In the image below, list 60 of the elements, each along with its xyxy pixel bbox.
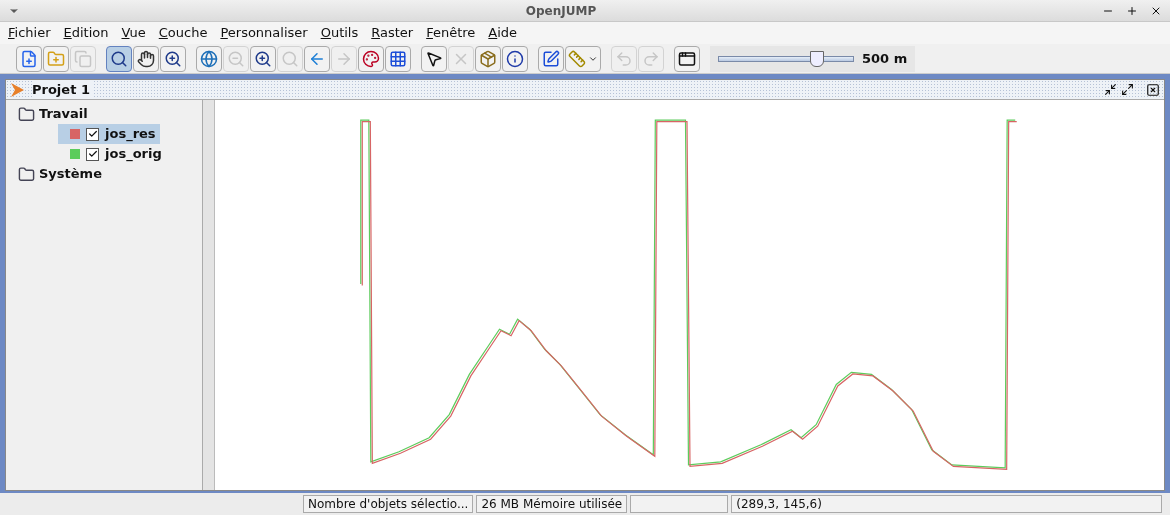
status-field: (289,3, 145,6) bbox=[731, 495, 1162, 513]
menu-item[interactable]: Raster bbox=[371, 23, 414, 43]
window-title: OpenJUMP bbox=[524, 2, 598, 20]
toolbar-button[interactable] bbox=[421, 45, 447, 72]
project-title: Projet 1 bbox=[32, 79, 94, 100]
menu-item[interactable]: Vue bbox=[121, 23, 146, 43]
toolbar-button[interactable] bbox=[674, 45, 700, 72]
hand-icon bbox=[137, 49, 155, 68]
window-icon bbox=[678, 49, 696, 68]
toolbar-button[interactable] bbox=[385, 45, 411, 72]
menu-item[interactable]: Couche bbox=[158, 23, 208, 43]
edit-icon bbox=[542, 49, 560, 68]
folder-icon bbox=[18, 165, 35, 183]
zoom-icon bbox=[227, 49, 245, 68]
layer-item[interactable]: jos_orig bbox=[58, 144, 166, 164]
close-icon[interactable] bbox=[1146, 82, 1160, 97]
toolbar-button[interactable] bbox=[160, 45, 186, 72]
menu-item[interactable]: Aide bbox=[488, 23, 518, 43]
scale-slider[interactable] bbox=[718, 50, 854, 67]
layer-name: jos_orig bbox=[105, 145, 162, 164]
layer-checkbox[interactable] bbox=[86, 127, 99, 141]
palette-icon bbox=[362, 49, 380, 68]
zoom-icon bbox=[110, 49, 128, 68]
info-icon bbox=[506, 49, 524, 68]
status-field: 26 MB Mémoire utilisée bbox=[476, 495, 628, 513]
layer-name: jos_res bbox=[105, 125, 156, 144]
redo-icon bbox=[642, 49, 660, 68]
menu-item[interactable]: Edition bbox=[63, 23, 109, 43]
layer-checkbox[interactable] bbox=[86, 147, 99, 161]
category-name[interactable]: Système bbox=[39, 164, 102, 184]
box-icon bbox=[479, 49, 497, 68]
scale-reading: 500 m bbox=[862, 49, 908, 68]
menu-item[interactable]: Outils bbox=[320, 23, 359, 43]
maximize-icon[interactable] bbox=[1126, 4, 1138, 17]
globe-icon bbox=[200, 49, 218, 68]
category-name[interactable]: Travail bbox=[39, 104, 88, 124]
grid-icon bbox=[389, 49, 407, 68]
ruler-icon bbox=[568, 49, 586, 68]
slider-thumb[interactable] bbox=[810, 50, 825, 67]
status-field: Nombre d'objets sélectio... bbox=[303, 495, 474, 513]
menu-item[interactable]: Personnaliser bbox=[220, 23, 308, 43]
folder-icon bbox=[18, 105, 35, 123]
zoom-in-icon bbox=[254, 49, 272, 68]
measure-dropdown[interactable] bbox=[565, 45, 601, 72]
zoom-icon bbox=[164, 49, 182, 68]
copy-icon bbox=[74, 49, 92, 68]
toolbar-button[interactable] bbox=[538, 45, 564, 72]
undo-icon bbox=[615, 49, 633, 68]
menu-item[interactable]: Fichier bbox=[8, 23, 51, 43]
toolbar-button[interactable] bbox=[502, 45, 528, 72]
toolbar-button[interactable] bbox=[250, 45, 276, 72]
toolbar-button[interactable] bbox=[133, 45, 159, 72]
maximize-icon[interactable] bbox=[1121, 83, 1134, 96]
new-project-icon bbox=[20, 49, 38, 68]
layer-item[interactable]: jos_res bbox=[58, 124, 160, 144]
folder-icon bbox=[47, 49, 65, 68]
zoom-icon bbox=[281, 49, 299, 68]
pointer-icon bbox=[425, 49, 443, 68]
toolbar-button[interactable] bbox=[106, 45, 132, 72]
menu-item[interactable]: Fenêtre bbox=[426, 23, 476, 43]
